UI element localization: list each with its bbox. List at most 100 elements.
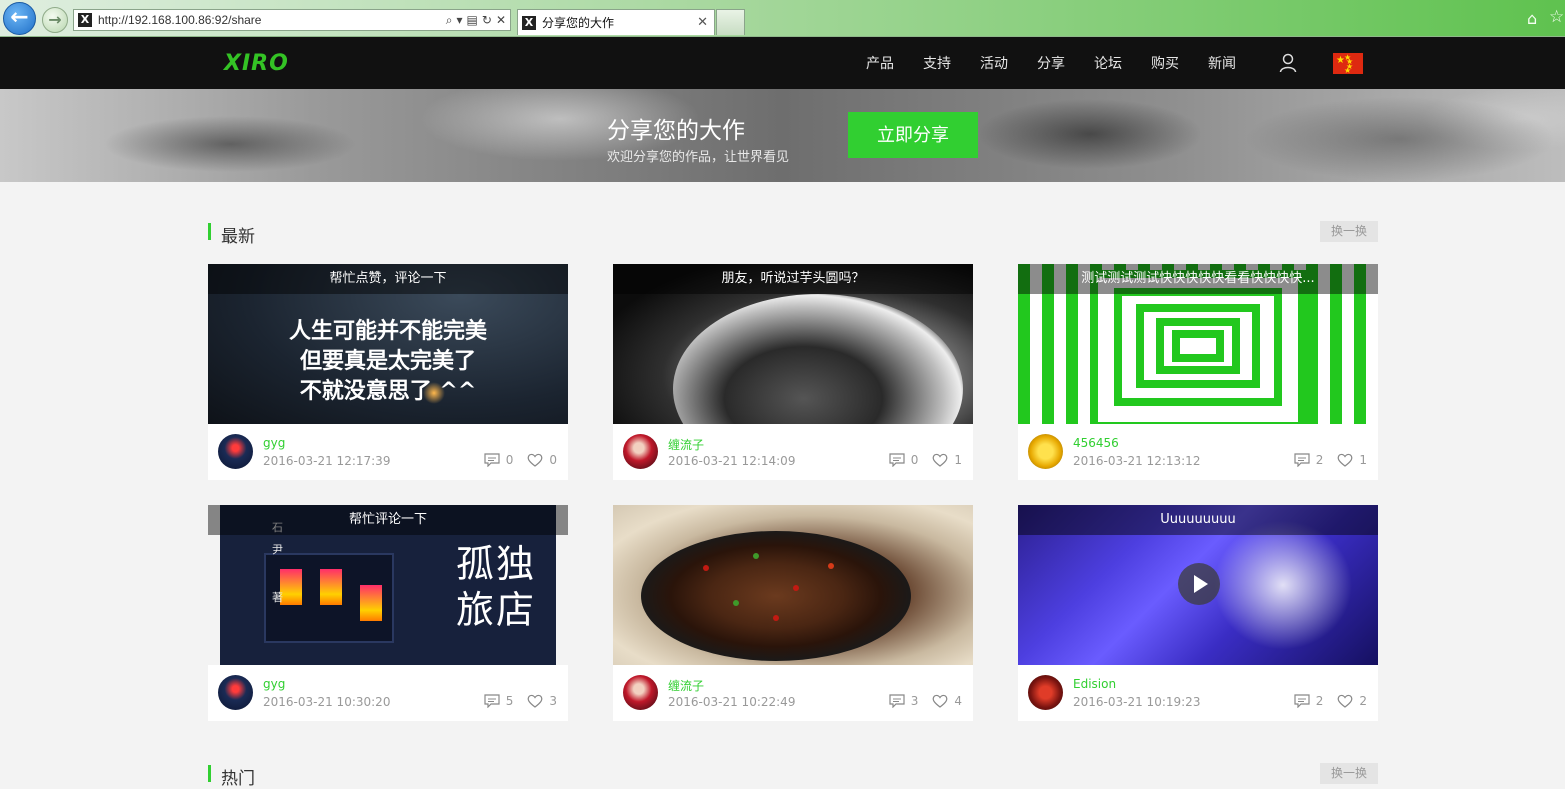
section-latest-header: 最新 换一换	[208, 221, 1378, 247]
share-card[interactable]: 朋友，听说过芋头圆吗？ 缠流子 2016-03-21 12:14:09 0 1	[613, 264, 973, 480]
like-count: 3	[549, 694, 557, 708]
tab-title: 分享您的大作	[542, 16, 615, 30]
heart-icon[interactable]	[932, 453, 948, 467]
stop-icon[interactable]: ✕	[496, 13, 506, 28]
swap-button[interactable]: 换一换	[1320, 763, 1378, 784]
share-card[interactable]: 缠流子 2016-03-21 10:22:49 3 4	[613, 505, 973, 721]
comment-icon[interactable]	[1294, 694, 1310, 708]
card-author[interactable]: 456456	[1073, 436, 1119, 450]
card-stats: 0 1	[889, 453, 962, 467]
browser-tab[interactable]: X 分享您的大作 ✕	[517, 9, 715, 35]
comment-icon[interactable]	[889, 694, 905, 708]
avatar[interactable]	[623, 434, 658, 469]
address-bar[interactable]: X http://192.168.100.86:92/share ⌕ ▾ ▤ ↻…	[73, 9, 511, 31]
nav-item-news[interactable]: 新闻	[1208, 53, 1236, 73]
card-thumbnail[interactable]: 测试测试测试快快快快快看看快快快快...	[1018, 264, 1378, 424]
heart-icon[interactable]	[1337, 694, 1353, 708]
tab-favicon-icon: X	[522, 15, 536, 30]
search-icon[interactable]: ⌕	[446, 13, 453, 28]
share-card[interactable]: Uuuuuuuuu Edision 2016-03-21 10:19:23 2 …	[1018, 505, 1378, 721]
card-thumbnail[interactable]: 石 尹 著 孤独 旅店 帮忙评论一下	[208, 505, 568, 665]
like-count: 1	[1359, 453, 1367, 467]
card-caption: 朋友，听说过芋头圆吗？	[613, 264, 973, 294]
banner-subtitle: 欢迎分享您的作品，让世界看见	[607, 150, 790, 165]
nav-item-products[interactable]: 产品	[866, 53, 894, 73]
play-icon[interactable]	[1178, 563, 1220, 605]
card-thumbnail[interactable]	[613, 505, 973, 665]
card-date: 2016-03-21 10:30:20	[263, 695, 391, 709]
comment-icon[interactable]	[1294, 453, 1310, 467]
heart-icon[interactable]	[932, 694, 948, 708]
card-author[interactable]: gyg	[263, 677, 285, 691]
heart-icon[interactable]	[1337, 453, 1353, 467]
card-author[interactable]: 缠流子	[668, 677, 704, 694]
avatar[interactable]	[218, 675, 253, 710]
card-date: 2016-03-21 10:22:49	[668, 695, 796, 709]
china-flag-icon[interactable]: ★ ★ ★ ★ ★	[1333, 53, 1363, 75]
comment-count: 5	[505, 694, 514, 708]
tab-close-icon[interactable]: ✕	[697, 15, 708, 30]
avatar[interactable]	[218, 434, 253, 469]
like-count: 1	[954, 453, 962, 467]
comment-icon[interactable]	[484, 694, 500, 708]
site-favicon-icon: X	[78, 13, 92, 27]
new-tab-button[interactable]	[716, 9, 745, 35]
avatar[interactable]	[1028, 675, 1063, 710]
main-nav: 产品 支持 活动 分享 论坛 购买 新闻	[866, 37, 1265, 89]
avatar[interactable]	[623, 675, 658, 710]
section-accent-bar	[208, 765, 211, 782]
card-caption: 帮忙评论一下	[208, 505, 568, 535]
url-text[interactable]: http://192.168.100.86:92/share	[98, 13, 446, 27]
share-card[interactable]: 人生可能并不能完美 但要真是太完美了 不就没意思了 ^^ 帮忙点赞，评论一下 g…	[208, 264, 568, 480]
card-caption: 帮忙点赞，评论一下	[208, 264, 568, 294]
swap-button[interactable]: 换一换	[1320, 221, 1378, 242]
share-card[interactable]: 石 尹 著 孤独 旅店 帮忙评论一下 gyg 2016-03-21 10:30:…	[208, 505, 568, 721]
card-author[interactable]: gyg	[263, 436, 285, 450]
avatar[interactable]	[1028, 434, 1063, 469]
banner-title: 分享您的大作	[607, 118, 745, 144]
site-header: XIRO 产品 支持 活动 分享 论坛 购买 新闻 ★ ★ ★ ★ ★	[0, 37, 1565, 89]
comment-count: 3	[910, 694, 919, 708]
heart-icon[interactable]	[527, 694, 543, 708]
card-author[interactable]: Edision	[1073, 677, 1116, 691]
nav-item-share[interactable]: 分享	[1037, 53, 1065, 73]
card-date: 2016-03-21 10:19:23	[1073, 695, 1201, 709]
card-stats: 5 3	[484, 694, 557, 708]
share-card[interactable]: 测试测试测试快快快快快看看快快快快... 456456 2016-03-21 1…	[1018, 264, 1378, 480]
hero-banner: 分享您的大作 欢迎分享您的作品，让世界看见 立即分享	[0, 89, 1565, 182]
browser-toolbar: ← → X http://192.168.100.86:92/share ⌕ ▾…	[0, 0, 1565, 37]
card-thumbnail[interactable]: Uuuuuuuuu	[1018, 505, 1378, 665]
comment-count: 0	[505, 453, 514, 467]
back-arrow-icon[interactable]: ←	[3, 2, 36, 35]
comment-icon[interactable]	[889, 453, 905, 467]
heart-icon[interactable]	[527, 453, 543, 467]
dropdown-icon[interactable]: ▾	[457, 13, 463, 28]
nav-item-events[interactable]: 活动	[980, 53, 1008, 73]
card-author[interactable]: 缠流子	[668, 436, 704, 453]
card-thumbnail[interactable]: 人生可能并不能完美 但要真是太完美了 不就没意思了 ^^ 帮忙点赞，评论一下	[208, 264, 568, 424]
thumbnail-quote-text: 人生可能并不能完美 但要真是太完美了 不就没意思了 ^^	[288, 318, 487, 404]
site-logo[interactable]: XIRO	[224, 51, 289, 76]
card-stats: 0 0	[484, 453, 557, 467]
card-caption: Uuuuuuuuu	[1018, 505, 1378, 535]
section-accent-bar	[208, 223, 211, 240]
home-icon[interactable]: ⌂	[1527, 9, 1537, 28]
thumbnail-book-title: 孤独 旅店	[456, 542, 537, 632]
compat-view-icon[interactable]: ▤	[467, 13, 478, 28]
comment-icon[interactable]	[484, 453, 500, 467]
card-date: 2016-03-21 12:14:09	[668, 454, 796, 468]
refresh-icon[interactable]: ↻	[482, 13, 492, 28]
nav-item-support[interactable]: 支持	[923, 53, 951, 73]
favorites-star-icon[interactable]: ☆	[1549, 7, 1564, 27]
forward-arrow-icon[interactable]: →	[42, 7, 68, 33]
card-thumbnail[interactable]: 朋友，听说过芋头圆吗？	[613, 264, 973, 424]
share-now-button[interactable]: 立即分享	[848, 112, 978, 158]
section-title: 最新	[221, 227, 255, 247]
like-count: 0	[549, 453, 557, 467]
user-icon[interactable]	[1279, 53, 1297, 73]
nav-item-forum[interactable]: 论坛	[1094, 53, 1122, 73]
nav-item-buy[interactable]: 购买	[1151, 53, 1179, 73]
address-tools: ⌕ ▾ ▤ ↻ ✕	[446, 13, 506, 28]
card-caption: 测试测试测试快快快快快看看快快快快...	[1018, 264, 1378, 294]
comment-count: 0	[910, 453, 919, 467]
